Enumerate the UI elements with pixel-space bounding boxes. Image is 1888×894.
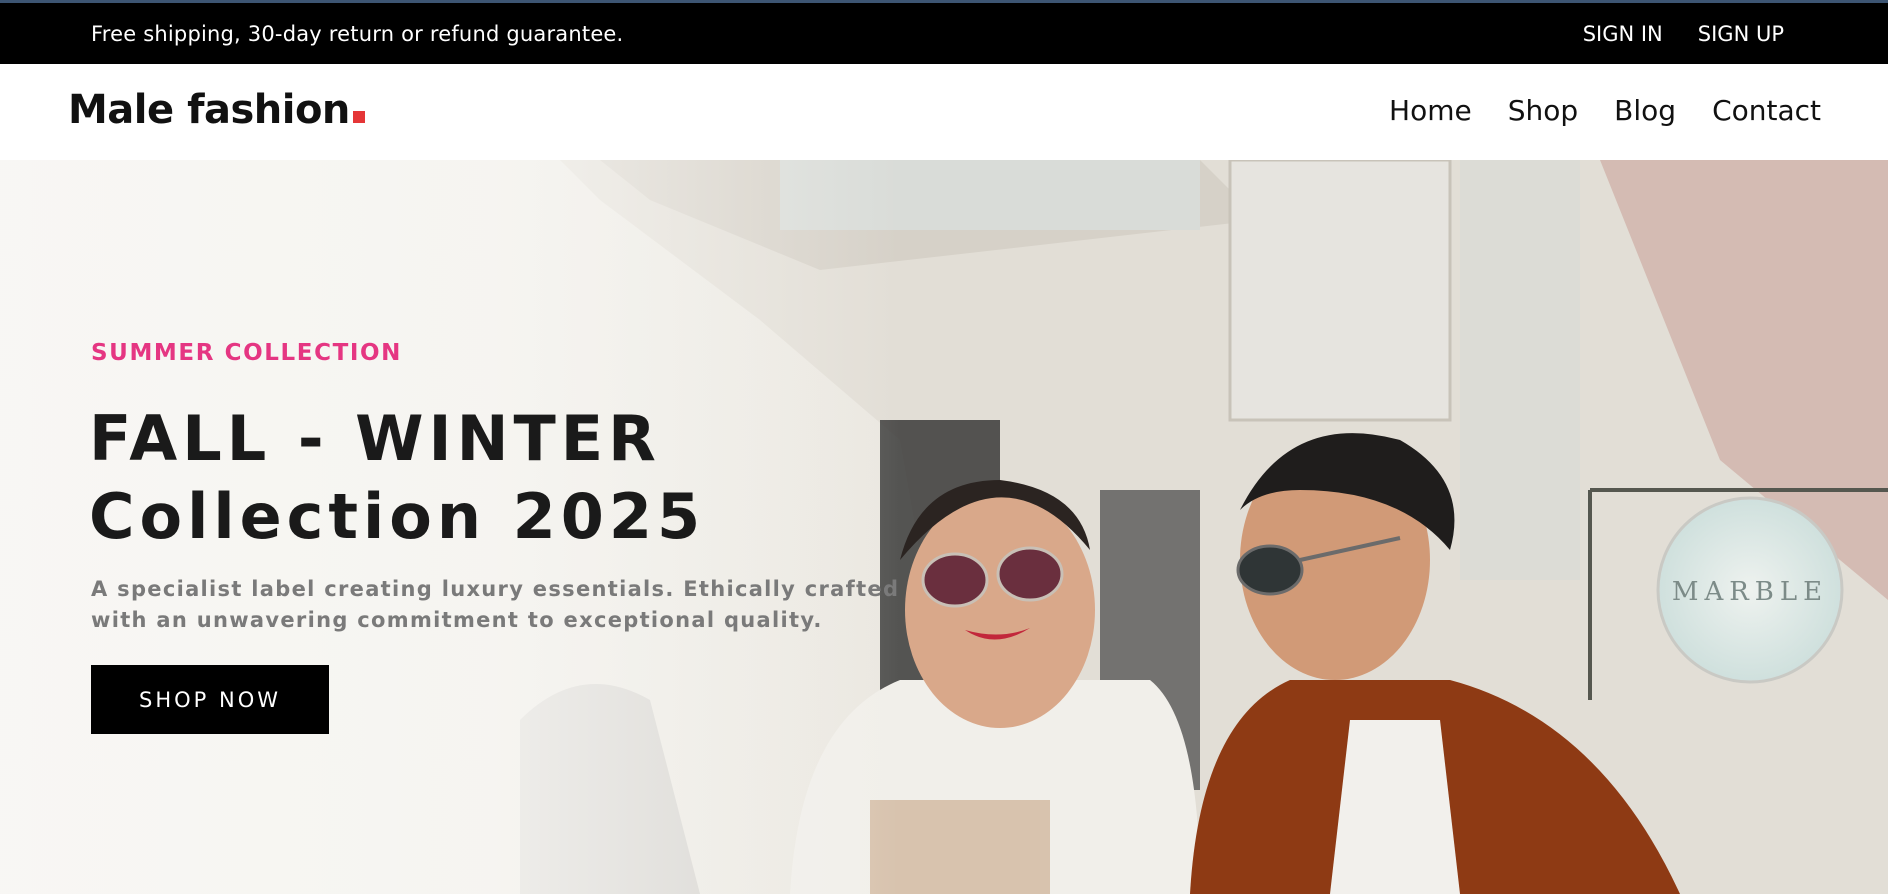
auth-links: SIGN IN SIGN UP [1583, 22, 1784, 46]
nav-home[interactable]: Home [1389, 94, 1472, 127]
hero-banner: MARBLE SUMMER COLLECTION FALL - WINTER C… [0, 160, 1888, 894]
sign-up-link[interactable]: SIGN UP [1698, 22, 1784, 46]
announcement-bar: Free shipping, 30-day return or refund g… [0, 0, 1888, 64]
hero-title-line-1: FALL - WINTER [89, 402, 661, 475]
hero-title: FALL - WINTER Collection 2025 [89, 400, 705, 556]
hero-subtitle: SUMMER COLLECTION [91, 340, 403, 366]
nav-shop[interactable]: Shop [1508, 94, 1578, 127]
main-nav: Home Shop Blog Contact [1389, 94, 1821, 127]
hero-description: A specialist label creating luxury essen… [91, 574, 911, 636]
site-logo[interactable]: Male fashion [68, 90, 365, 130]
nav-blog[interactable]: Blog [1614, 94, 1676, 127]
hero-description-line-1: A specialist label creating luxury essen… [91, 577, 900, 601]
shop-now-button[interactable]: SHOP NOW [91, 665, 329, 734]
hero-description-line-2: with an unwavering commitment to excepti… [91, 608, 823, 632]
logo-dot [352, 111, 365, 123]
svg-text:MARBLE: MARBLE [1672, 577, 1828, 607]
shipping-message: Free shipping, 30-day return or refund g… [91, 22, 624, 46]
hero-title-line-2: Collection 2025 [89, 480, 706, 553]
nav-contact[interactable]: Contact [1712, 94, 1821, 127]
site-header: Male fashion Home Shop Blog Contact [0, 64, 1888, 160]
logo-text: Male fashion [68, 87, 350, 133]
sign-in-link[interactable]: SIGN IN [1583, 22, 1663, 46]
